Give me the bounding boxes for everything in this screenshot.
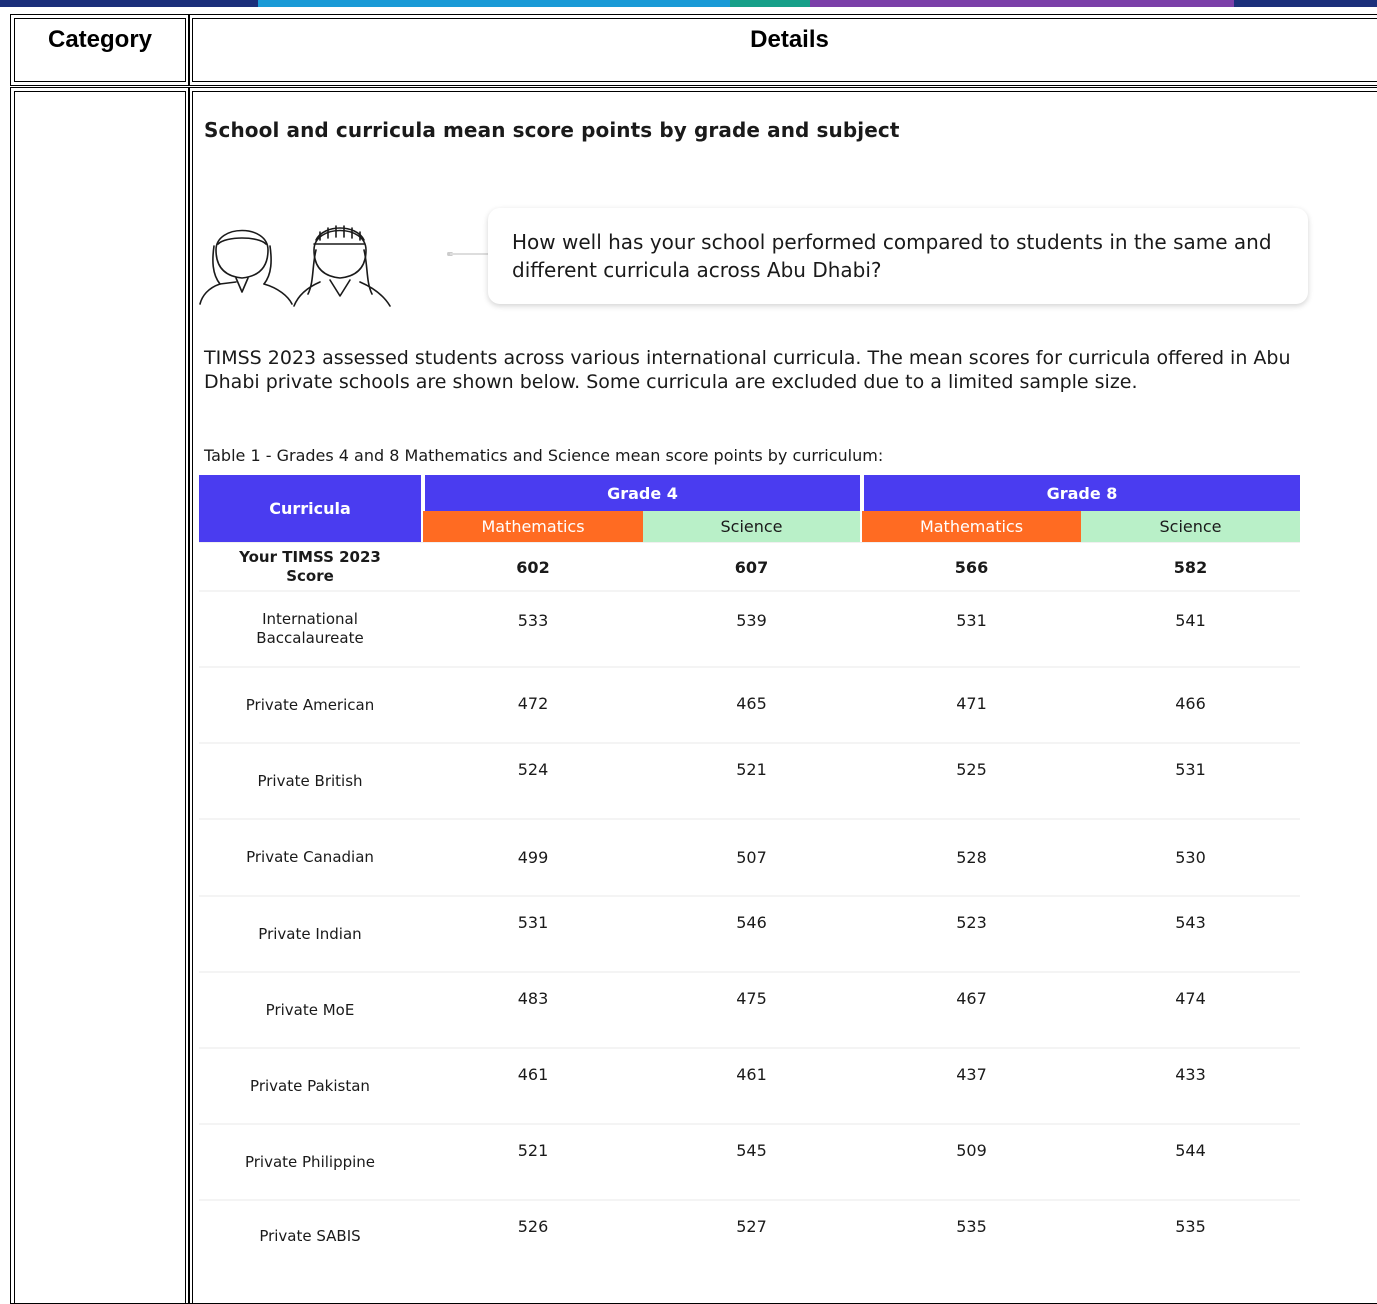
row-value: 544 xyxy=(1175,1140,1206,1160)
row-value: 524 xyxy=(517,759,549,779)
row-value: 531 xyxy=(517,912,549,932)
category-header: Category xyxy=(47,26,153,53)
row-value: 467 xyxy=(956,988,987,1008)
g4-science-header: Science xyxy=(643,511,860,542)
row-value: 433 xyxy=(1175,1064,1206,1084)
row-value: 607 xyxy=(734,557,769,577)
details-content: School and curricula mean score points b… xyxy=(196,94,1377,1293)
row-value: 582 xyxy=(1173,557,1208,577)
row-label: Private Philippine xyxy=(244,1152,376,1171)
row-value: 541 xyxy=(1175,610,1206,630)
question-bubble: How well has your school performed compa… xyxy=(488,208,1308,304)
row-label: Private Canadian xyxy=(246,848,374,866)
table-row: International Baccalaureate 533 539 531 … xyxy=(199,592,1300,666)
row-value: 531 xyxy=(956,610,987,630)
row-value: 528 xyxy=(956,848,987,867)
section-heading: School and curricula mean score points b… xyxy=(204,118,900,142)
table-row: Private Canadian 499 507 528 530 xyxy=(199,820,1300,895)
row-value: 533 xyxy=(517,610,549,630)
g4-math-header: Mathematics xyxy=(423,511,643,542)
bubble-connector-icon xyxy=(447,252,488,256)
row-value: 466 xyxy=(1175,693,1206,713)
row-value: 566 xyxy=(954,557,989,577)
g8-science-header: Science xyxy=(1081,511,1300,542)
table-row: Private British 524 521 525 531 xyxy=(199,744,1300,818)
row-label: International Baccalaureate xyxy=(256,610,364,647)
row-value: 543 xyxy=(1175,912,1206,932)
row-value: 461 xyxy=(517,1064,549,1084)
row-value: 535 xyxy=(1175,1216,1206,1236)
table-subject-row: Mathematics Science Mathematics Science xyxy=(199,511,1300,542)
topbar-seg-1 xyxy=(0,0,258,7)
row-value: 535 xyxy=(956,1216,987,1236)
row-value: 539 xyxy=(736,610,767,630)
table-row: Private American 472 465 471 466 xyxy=(199,668,1300,742)
row-value: 530 xyxy=(1175,848,1206,867)
table-caption: Table 1 - Grades 4 and 8 Mathematics and… xyxy=(204,446,884,465)
row-value: 523 xyxy=(956,912,987,932)
row-value: 525 xyxy=(956,759,987,779)
topbar-seg-4 xyxy=(810,0,1234,7)
table-row: Your TIMSS 2023 Score 602 607 566 582 xyxy=(199,542,1300,591)
row-value: 475 xyxy=(736,988,767,1008)
row-value: 437 xyxy=(956,1064,987,1084)
table-row: Private SABIS 526 527 535 535 xyxy=(199,1201,1300,1271)
grade-8-header: Grade 8 xyxy=(862,475,1300,511)
row-value: 483 xyxy=(517,988,549,1008)
table-header-row: Curricula Grade 4 Grade 8 xyxy=(199,475,1300,542)
row-value: 499 xyxy=(517,848,549,867)
students-illustration-icon xyxy=(199,225,391,307)
row-label: Private SABIS xyxy=(259,1226,361,1245)
grade-4-header: Grade 4 xyxy=(423,475,860,511)
table-row: Private Indian 531 546 523 543 xyxy=(199,897,1300,971)
row-label: Private Pakistan xyxy=(250,1076,370,1095)
row-value: 509 xyxy=(956,1140,987,1160)
row-value: 521 xyxy=(736,759,767,779)
g8-math-header: Mathematics xyxy=(862,511,1081,542)
topbar-seg-5 xyxy=(1234,0,1377,7)
row-label: Private Indian xyxy=(258,924,362,943)
intro-paragraph: TIMSS 2023 assessed students across vari… xyxy=(204,347,1291,393)
top-color-bar xyxy=(0,0,1377,7)
row-value: 546 xyxy=(736,912,767,932)
row-value: 602 xyxy=(516,557,550,577)
row-label: Private MoE xyxy=(265,1000,355,1019)
row-label: Private British xyxy=(257,771,363,790)
row-value: 531 xyxy=(1175,759,1206,779)
row-value: 527 xyxy=(736,1216,767,1236)
row-value: 545 xyxy=(736,1140,767,1160)
row-value: 507 xyxy=(736,848,767,867)
details-header: Details xyxy=(750,26,829,53)
row-value: 461 xyxy=(736,1064,767,1084)
table-row: Private MoE 483 475 467 474 xyxy=(199,973,1300,1047)
row-value: 474 xyxy=(1175,988,1206,1008)
row-value: 526 xyxy=(517,1216,549,1236)
topbar-seg-3 xyxy=(730,0,810,7)
row-value: 465 xyxy=(736,693,767,713)
topbar-seg-2 xyxy=(258,0,730,7)
question-text: How well has your school performed compa… xyxy=(512,230,1272,282)
row-value: 521 xyxy=(517,1140,549,1160)
row-value: 472 xyxy=(517,693,549,713)
row-label: Private American xyxy=(245,695,375,714)
row-label: Your TIMSS 2023 Score xyxy=(239,548,381,585)
row-value: 471 xyxy=(956,693,987,713)
table-row: Private Pakistan 461 461 437 433 xyxy=(199,1049,1300,1123)
table-row: Private Philippine 521 545 509 544 xyxy=(199,1125,1300,1199)
